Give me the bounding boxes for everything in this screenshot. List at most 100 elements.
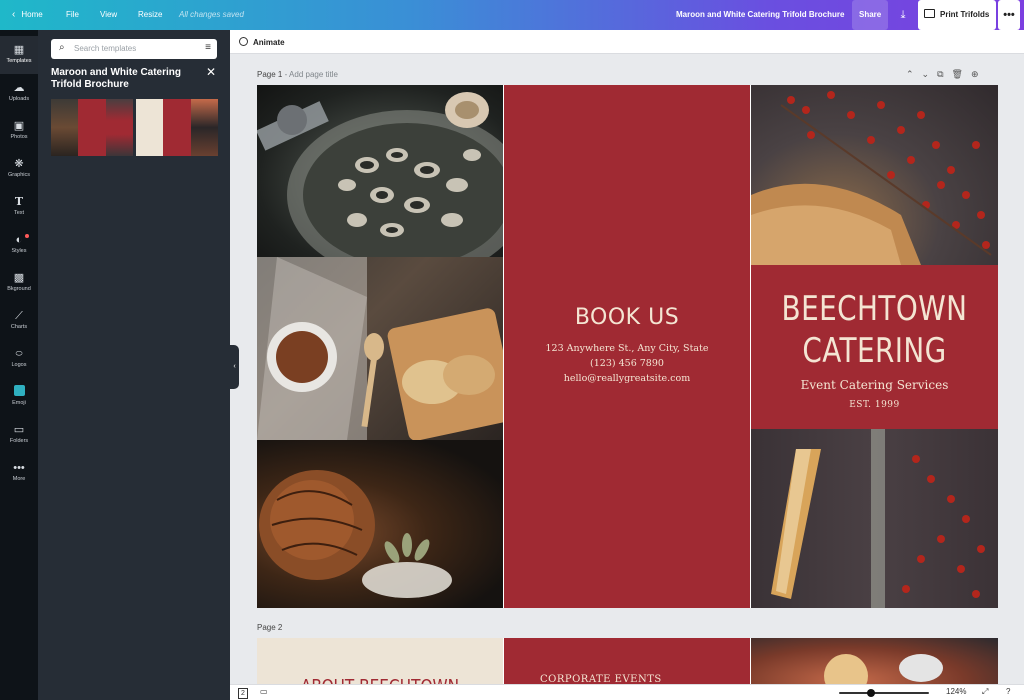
templates-panel: ⌕ Search templates ≡ Maroon and White Ca… [38, 30, 230, 700]
view-menu[interactable]: View [100, 0, 117, 30]
close-icon[interactable]: ✕ [206, 65, 216, 79]
brand-name-line2[interactable]: CATERING [773, 331, 976, 371]
sidebar-item-label: Photos [10, 134, 28, 140]
add-page-icon[interactable]: ⊕ [971, 69, 987, 79]
home-button[interactable]: ‹ Home [12, 0, 43, 30]
sidebar-item-background[interactable]: ▩ Bkground [0, 264, 38, 302]
file-menu[interactable]: File [66, 0, 79, 30]
save-status: All changes saved [179, 10, 244, 19]
page-2-label[interactable]: Page 2 [257, 623, 282, 632]
trash-icon[interactable]: 🗑 [952, 69, 971, 79]
thumb-brand-column [105, 99, 133, 156]
chevron-down-icon[interactable]: ⌄ [922, 69, 938, 79]
clams-photo[interactable] [257, 85, 503, 257]
add-page-title[interactable]: - Add page title [285, 70, 338, 79]
book-us-heading[interactable]: BOOK US [504, 305, 750, 330]
sidebar-item-folders[interactable]: ▭ Folders [0, 416, 38, 454]
established-text[interactable]: EST. 1999 [751, 400, 998, 410]
collapse-panel-button[interactable]: ‹ [230, 345, 239, 389]
page-tools: ⌃⌄⧉🗑⊕ [906, 69, 987, 80]
sidebar-item-logos[interactable]: ⬭ Logos [0, 340, 38, 378]
sidebar-item-more[interactable]: ••• More [0, 454, 38, 492]
home-label: Home [21, 10, 43, 19]
search-icon: ⌕ [59, 42, 65, 53]
download-icon[interactable]: ⤓ [893, 0, 913, 30]
background-pattern-icon: ▩ [13, 272, 25, 284]
left-rail: ▦ Templates ☁ Uploads ▣ Photos ❋ Graphics TT… [0, 30, 38, 700]
sidebar-item-label: Emoji [12, 400, 26, 406]
page-number: Page 1 [257, 70, 283, 79]
thumb-maroon-column [163, 99, 191, 156]
share-button[interactable]: Share [852, 0, 889, 30]
phone-text[interactable]: (123) 456 7890 [504, 358, 750, 369]
pie-illustration [771, 429, 985, 608]
sidebar-item-label: Bkground [7, 286, 31, 292]
tagline-text[interactable]: Event Catering Services [751, 378, 998, 392]
folder-icon: ▭ [13, 424, 25, 436]
sidebar-item-photos[interactable]: ▣ Photos [0, 112, 38, 150]
email-text[interactable]: hello@reallygreatsite.com [504, 373, 750, 384]
page-count-badge[interactable]: 2 [238, 688, 248, 699]
sidebar-item-label: Uploads [8, 96, 30, 102]
search-box[interactable]: ⌕ Search templates ≡ [51, 39, 217, 59]
page-1-canvas[interactable]: BOOK US 123 Anywhere St., Any City, Stat… [257, 85, 998, 608]
brand-panel[interactable]: BEECHTOWN CATERING Event Catering Servic… [751, 265, 998, 429]
help-icon[interactable]: ? [1006, 687, 1010, 696]
photo-icon: ▣ [13, 120, 25, 132]
animate-button[interactable]: Animate [239, 37, 285, 47]
sidebar-item-text[interactable]: T Text [0, 188, 38, 226]
document-title[interactable]: Maroon and White Catering Trifold Brochu… [676, 0, 844, 30]
print-trifolds-button[interactable]: Print Trifolds [918, 0, 997, 30]
pie-slice-photo[interactable] [751, 429, 998, 608]
berries-illustration [751, 91, 992, 265]
emoji-icon [0, 384, 38, 400]
sidebar-item-templates[interactable]: ▦ Templates [0, 36, 38, 74]
logo-badge-icon: ⬭ [15, 349, 23, 358]
animate-label: Animate [253, 38, 285, 47]
thumb-photo-column [190, 99, 218, 156]
filter-icon[interactable]: ≡ [205, 42, 211, 53]
more-options-button[interactable]: ••• [998, 0, 1020, 30]
book-us-panel[interactable]: BOOK US 123 Anywhere St., Any City, Stat… [504, 85, 750, 608]
sidebar-item-charts[interactable]: ⟋ Charts [0, 302, 38, 340]
zoom-slider-knob[interactable] [867, 689, 876, 697]
resize-menu[interactable]: Resize [138, 0, 162, 30]
fullscreen-icon[interactable]: ⤢ [982, 687, 988, 697]
duplicate-icon[interactable]: ⧉ [937, 69, 951, 79]
animate-icon [239, 37, 248, 46]
map-icon [924, 9, 935, 18]
notification-dot [25, 234, 29, 238]
sidebar-item-graphics[interactable]: ❋ Graphics [0, 150, 38, 188]
chevron-left-icon: ‹ [233, 363, 236, 370]
sidebar-item-label: Styles [11, 248, 27, 254]
editor-toolbar: Animate [230, 30, 1024, 54]
search-input[interactable]: Search templates [74, 44, 136, 53]
sidebar-item-styles[interactable]: ◐ Styles [0, 226, 38, 264]
sidebar-item-label: Logos [11, 362, 27, 368]
zoom-level[interactable]: 124% [946, 687, 966, 696]
sidebar-item-label: Charts [10, 324, 28, 330]
template-title: Maroon and White Catering Trifold Brochu… [51, 67, 181, 90]
more-dots-icon: ••• [13, 462, 25, 474]
bread-illustration [257, 257, 503, 440]
zoom-slider[interactable] [839, 689, 929, 697]
address-text[interactable]: 123 Anywhere St., Any City, State [504, 343, 750, 354]
top-bar: ‹ Home File View Resize All changes saved… [0, 0, 1024, 30]
roasted-meat-photo[interactable] [257, 440, 503, 608]
bread-photo[interactable] [257, 257, 503, 440]
template-thumbnail-back[interactable] [136, 99, 218, 156]
sidebar-item-label: Text [13, 210, 25, 216]
bottom-bar: 2 ▭ 124% ⤢ ? [230, 684, 1024, 700]
thumb-cream-column [136, 99, 164, 156]
sidebar-item-emoji[interactable]: Emoji [0, 378, 38, 416]
notes-icon[interactable]: ▭ [260, 687, 268, 696]
thumb-photo-column [51, 99, 79, 156]
page-1-label[interactable]: Page 1 - Add page title [257, 70, 338, 79]
brand-name-line1[interactable]: BEECHTOWN [773, 289, 976, 329]
berries-photo[interactable] [751, 85, 998, 265]
chevron-up-icon[interactable]: ⌃ [906, 69, 922, 79]
template-thumbnail-front[interactable] [51, 99, 133, 156]
sidebar-item-label: Graphics [7, 172, 30, 178]
text-icon: T [14, 195, 24, 208]
sidebar-item-uploads[interactable]: ☁ Uploads [0, 74, 38, 112]
